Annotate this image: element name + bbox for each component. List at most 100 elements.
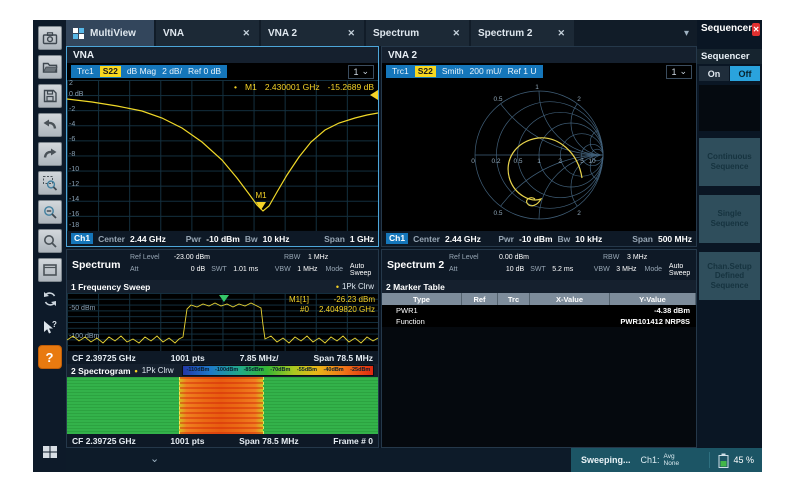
pwr-label: Pwr bbox=[498, 234, 514, 244]
close-tab-icon[interactable]: ✕ bbox=[450, 27, 462, 40]
window-title[interactable]: VNA bbox=[67, 47, 378, 63]
window-spectrum2: Spectrum 2 Ref Level 0.00 dBm RBW 3 MHz … bbox=[381, 249, 697, 448]
window-select-dropdown[interactable]: 1 ⌄ bbox=[666, 65, 692, 79]
softkey-continuous-sequence[interactable]: Continuous Sequence bbox=[699, 138, 760, 186]
trace-format: dB Mag bbox=[127, 66, 156, 77]
window-title[interactable]: Spectrum 2 bbox=[382, 250, 449, 280]
smith-axis-label: 0 bbox=[471, 158, 475, 165]
marker-readout: • M1 2.430001 GHz -15.2689 dB bbox=[234, 82, 374, 92]
trace-settings-chip[interactable]: Trc1 S22 Smith 200 mU/ Ref 1 U bbox=[386, 65, 543, 78]
att-value: 10 dB bbox=[481, 266, 524, 273]
marker-readout: M1[1] -26.23 dBm #0 2.4049820 GHz bbox=[289, 295, 375, 314]
context-help-button[interactable]: ? bbox=[38, 316, 62, 340]
center-label: Center bbox=[413, 234, 440, 244]
marker-table-bar[interactable]: 2 Marker Table bbox=[382, 280, 696, 293]
trace-header: Trc1 S22 dB Mag 2 dB/ Ref 0 dB 1 ⌄ bbox=[67, 63, 378, 80]
undo-button[interactable] bbox=[38, 113, 62, 137]
smith-arc-label: 2 bbox=[577, 96, 581, 103]
vbw-value: 3 MHz bbox=[616, 266, 644, 273]
spectrum-plot[interactable]: -50 dBm -100 dBm M1[1] -26.23 dBm #0 2.4… bbox=[67, 293, 378, 351]
center-value: 2.44 GHz bbox=[130, 234, 166, 244]
save-button[interactable] bbox=[38, 84, 62, 108]
close-tab-icon[interactable]: ✕ bbox=[555, 27, 567, 40]
zoom-off-icon bbox=[42, 204, 58, 220]
camera-icon bbox=[42, 30, 58, 46]
close-icon: ✕ bbox=[753, 25, 760, 34]
sparam-badge: S22 bbox=[100, 66, 121, 77]
table-row[interactable]: Function PWR101412 NRP8S bbox=[382, 316, 696, 327]
sweep-footer: CF 2.39725 GHz 1001 pts 7.85 MHz/ Span 7… bbox=[67, 351, 378, 364]
channel-tab-bar: MultiView VNA ✕ VNA 2 ✕ Spectrum ✕ Spect… bbox=[66, 20, 697, 46]
tab-spectrum[interactable]: Spectrum ✕ bbox=[366, 20, 469, 46]
att-label: Att bbox=[449, 266, 481, 273]
span-label: Span bbox=[632, 234, 653, 244]
marker-level: -26.23 dBm bbox=[319, 295, 375, 304]
channel-label: Ch1: bbox=[641, 455, 660, 465]
cf-value: CF 2.39725 GHz bbox=[72, 353, 136, 363]
tab-vna2[interactable]: VNA 2 ✕ bbox=[261, 20, 364, 46]
detector-status: Avg None bbox=[664, 453, 680, 467]
table-row[interactable]: PWR1 -4.38 dBm bbox=[382, 305, 696, 316]
scale-label: -100dBm bbox=[215, 367, 238, 373]
spectrogram-bar[interactable]: 2 Spectrogram • 1Pk Clrw -110dBm -100dBm… bbox=[67, 364, 378, 377]
frame-value: Frame # 0 bbox=[333, 436, 373, 446]
sequencer-toggle: On Off bbox=[697, 64, 762, 83]
divider bbox=[709, 452, 710, 468]
frequency-sweep-bar[interactable]: 1 Frequency Sweep • 1Pk Clrw bbox=[67, 280, 378, 293]
smith-arc-label: 2 bbox=[577, 210, 581, 217]
redo-button[interactable] bbox=[38, 142, 62, 166]
softkey-chan-setup-defined-sequence[interactable]: Chan.Setup Defined Sequence bbox=[699, 252, 760, 300]
open-button[interactable] bbox=[38, 55, 62, 79]
sparam-badge: S22 bbox=[415, 66, 436, 77]
windows-start-button[interactable] bbox=[38, 440, 62, 464]
smith-chart-plot[interactable]: 0 0.2 0.5 1 2 5 10 0.5 1 2 0.5 2 bbox=[382, 80, 696, 231]
trace-color-dot-icon: • bbox=[135, 366, 138, 376]
trace-header: Trc1 S22 Smith 200 mU/ Ref 1 U 1 ⌄ bbox=[382, 63, 696, 80]
tab-label: VNA bbox=[163, 28, 240, 39]
close-panel-button[interactable]: ✕ bbox=[752, 23, 760, 36]
tab-spectrum2[interactable]: Spectrum 2 ✕ bbox=[471, 20, 574, 46]
softkey-single-sequence[interactable]: Single Sequence bbox=[699, 195, 760, 243]
status-message-field[interactable]: ⌄ bbox=[66, 448, 571, 472]
battery-icon bbox=[718, 453, 729, 468]
window-title[interactable]: Spectrum bbox=[67, 250, 130, 280]
sequencer-off-button[interactable]: Off bbox=[730, 66, 760, 81]
smith-axis-label: 5 bbox=[580, 158, 584, 165]
swt-value: 5.2 ms bbox=[552, 266, 588, 273]
spectrogram-plot[interactable] bbox=[67, 377, 378, 434]
span-value: 1 GHz bbox=[350, 234, 374, 244]
zoom-area-button[interactable] bbox=[38, 171, 62, 195]
swt-label: SWT bbox=[530, 266, 552, 273]
display-window-button[interactable] bbox=[38, 258, 62, 282]
spectrogram-footer: CF 2.39725 GHz 1001 pts Span 78.5 MHz Fr… bbox=[67, 434, 378, 447]
sequencer-on-button[interactable]: On bbox=[699, 66, 729, 81]
help-button[interactable]: ? bbox=[38, 345, 62, 369]
tab-overflow-chevron-icon[interactable]: ▾ bbox=[684, 28, 697, 39]
smith-axis-label: 1 bbox=[537, 158, 541, 165]
chevron-down-icon[interactable]: ⌄ bbox=[150, 452, 159, 465]
vna-trace-plot[interactable]: 2 0 dB -2 -4 -6 -8 -10 -12 -14 -16 -18 M… bbox=[67, 80, 378, 231]
refresh-button[interactable] bbox=[38, 287, 62, 311]
close-tab-icon[interactable]: ✕ bbox=[240, 27, 252, 40]
swt-value: 1.01 ms bbox=[233, 266, 269, 273]
trace-legend: 1Pk Clrw bbox=[342, 282, 374, 291]
undo-arrow-icon bbox=[42, 117, 58, 133]
swt-label: SWT bbox=[211, 266, 233, 273]
center-label: Center bbox=[98, 234, 125, 244]
cell-y-value: -4.38 dBm bbox=[610, 306, 696, 315]
channel-badge[interactable]: Ch1 bbox=[71, 233, 93, 244]
close-tab-icon[interactable]: ✕ bbox=[345, 27, 357, 40]
ref-level-label: Ref Level bbox=[130, 254, 164, 261]
zoom-off-button[interactable] bbox=[38, 200, 62, 224]
channel-badge[interactable]: Ch1 bbox=[386, 233, 408, 244]
zoom-button[interactable] bbox=[38, 229, 62, 253]
tab-multiview[interactable]: MultiView bbox=[66, 20, 154, 46]
zoom-area-icon bbox=[42, 175, 58, 191]
screenshot-button[interactable] bbox=[38, 26, 62, 50]
spectrum-info-header: Spectrum 2 Ref Level 0.00 dBm RBW 3 MHz … bbox=[382, 250, 696, 280]
window-title[interactable]: VNA 2 bbox=[382, 47, 696, 63]
trace-settings-chip[interactable]: Trc1 S22 dB Mag 2 dB/ Ref 0 dB bbox=[71, 65, 227, 78]
tab-vna[interactable]: VNA ✕ bbox=[156, 20, 259, 46]
window-select-dropdown[interactable]: 1 ⌄ bbox=[348, 65, 374, 79]
spectrogram-band-edge bbox=[263, 377, 264, 434]
